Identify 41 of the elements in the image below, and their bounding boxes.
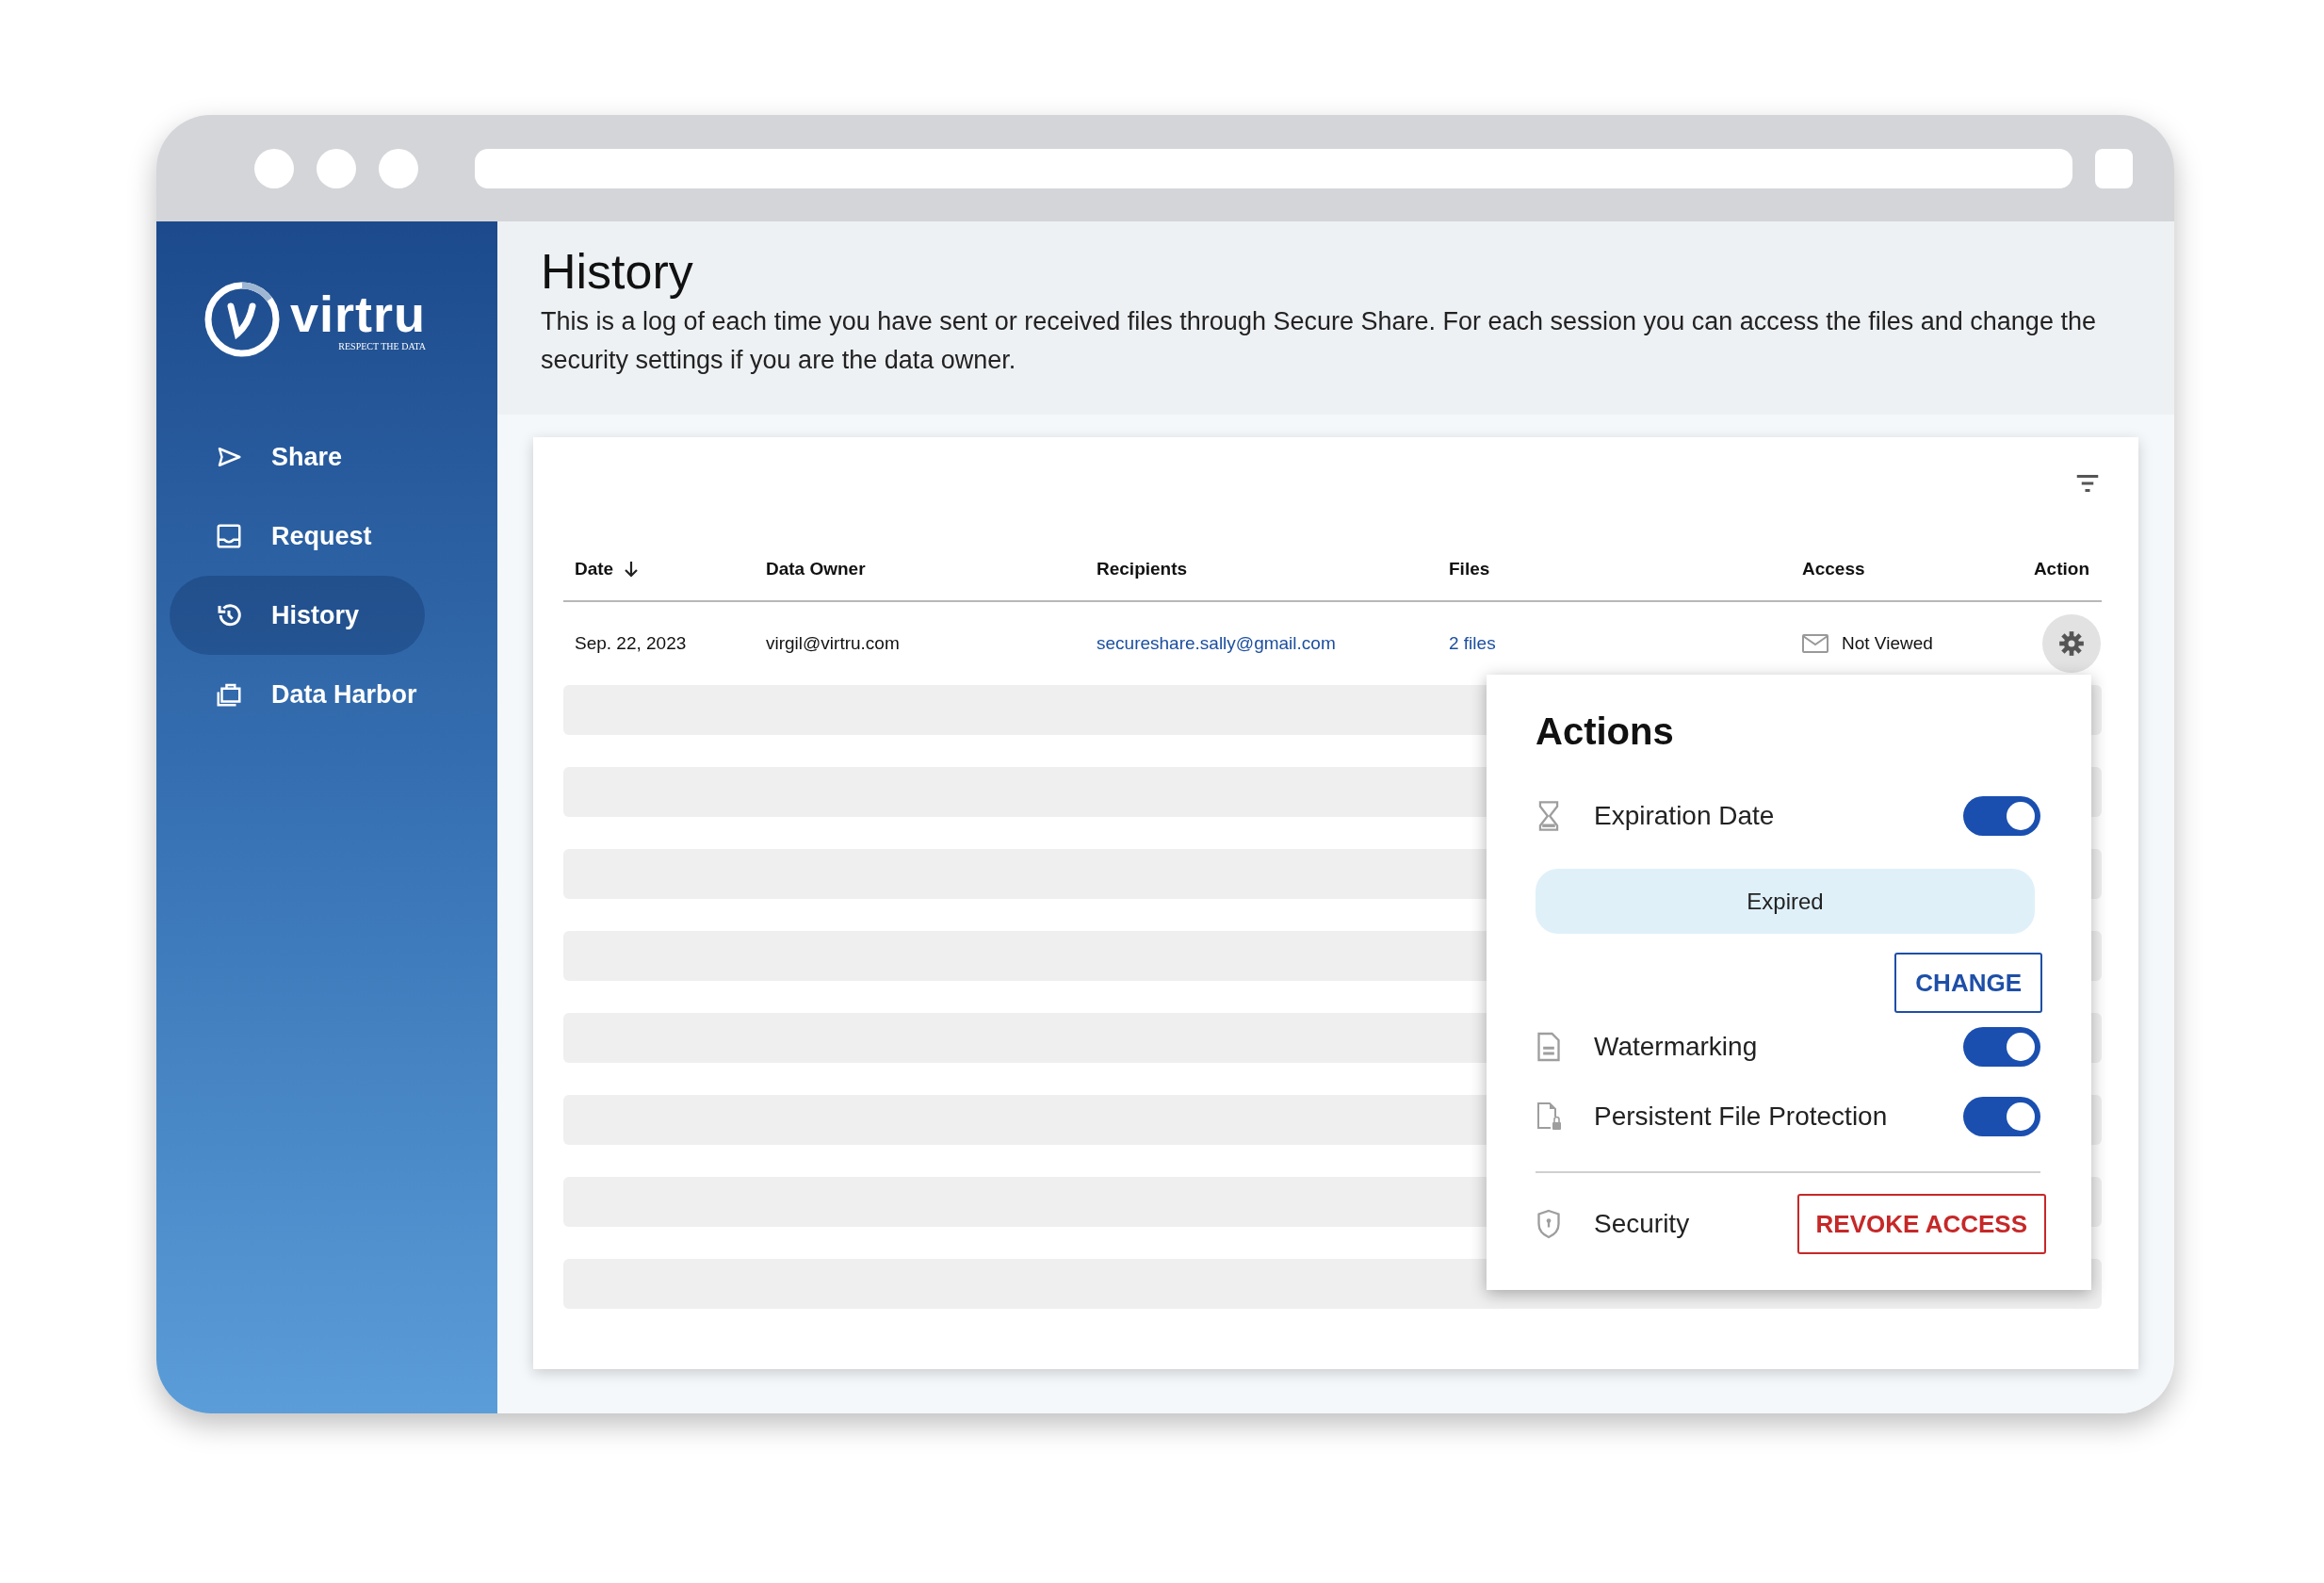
shield-icon bbox=[1536, 1208, 1562, 1240]
sidebar-item[interactable]: Request bbox=[170, 497, 425, 576]
column-header[interactable]: Files bbox=[1449, 559, 1490, 579]
setting-label: Security bbox=[1594, 1209, 1691, 1239]
column-header[interactable]: Access bbox=[1802, 559, 1865, 579]
toggle-switch[interactable] bbox=[1963, 1097, 2040, 1136]
page-description: This is a log of each time you have sent or received files through Secure Share. For each session you can access the files and change the security settings if you are the data owner. bbox=[541, 305, 2097, 376]
window-control-dot[interactable] bbox=[254, 148, 294, 188]
column-header[interactable]: Recipients bbox=[1097, 559, 1188, 579]
window-control-dot[interactable] bbox=[379, 148, 418, 188]
sidebar-item[interactable]: Data Harbor bbox=[170, 655, 425, 734]
document-icon bbox=[1536, 1031, 1562, 1063]
toggle-switch[interactable] bbox=[1963, 796, 2040, 836]
envelope-icon bbox=[1802, 634, 1828, 653]
toggle-switch[interactable] bbox=[1963, 1027, 2040, 1067]
gear-icon bbox=[2058, 630, 2085, 657]
inbox-icon bbox=[215, 522, 243, 550]
revoke-access-button[interactable]: REVOKE ACCESS bbox=[1796, 1194, 2046, 1254]
change-button[interactable]: CHANGE bbox=[1894, 953, 2042, 1013]
column-header[interactable]: Data Owner bbox=[766, 559, 866, 579]
locked-file-icon bbox=[1536, 1101, 1562, 1133]
expiration-status: Expired bbox=[1536, 869, 2035, 934]
setting-label: Expiration Date bbox=[1594, 801, 1776, 831]
sidebar-item[interactable]: Share bbox=[170, 417, 425, 497]
logo-tagline: RESPECT THE DATA bbox=[338, 340, 427, 351]
arrow-down-icon[interactable] bbox=[623, 560, 641, 579]
logo-wordmark: virtru bbox=[290, 287, 427, 339]
owner-cell-text: virgil@virtru.com bbox=[766, 633, 901, 654]
menu-title: Actions bbox=[1536, 710, 1675, 754]
column-header[interactable]: Action bbox=[2033, 559, 2089, 579]
recipient-link[interactable]: secureshare.sally@gmail.com bbox=[1097, 633, 1449, 654]
logo-icon bbox=[203, 281, 281, 358]
column-header[interactable]: Date bbox=[575, 559, 614, 579]
window-control-dot[interactable] bbox=[317, 148, 356, 188]
setting-label: Persistent File Protection bbox=[1594, 1102, 1889, 1132]
sidebar-item[interactable]: History bbox=[170, 576, 425, 655]
date-cell-text: Sep. 22, 2023 bbox=[575, 633, 688, 654]
access-status: Not Viewed bbox=[1842, 633, 1933, 654]
files-link[interactable]: 2 files bbox=[1449, 633, 1802, 654]
setting-label: Watermarking bbox=[1594, 1032, 1759, 1062]
page-title: History bbox=[541, 244, 694, 301]
